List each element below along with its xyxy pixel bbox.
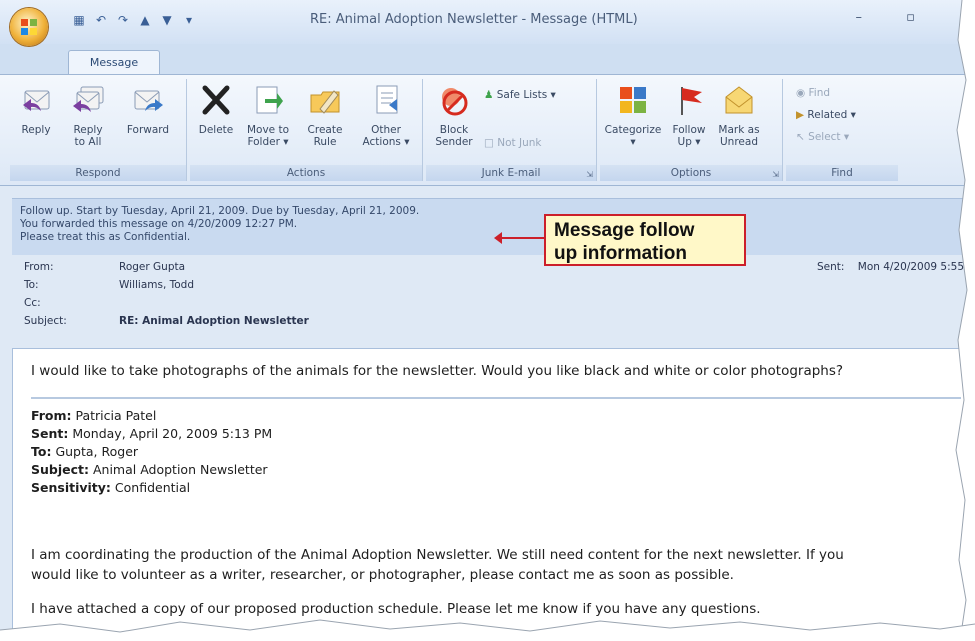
other-actions-button[interactable]: Other Actions ▾ (356, 83, 416, 148)
quick-access-toolbar: ▦ ↶ ↷ ▲ ▼ ▾ (72, 10, 196, 30)
find-binoculars-icon: ◉ (796, 87, 806, 99)
safe-lists-button[interactable]: ♟ Safe Lists ▾ (484, 87, 556, 103)
safe-lists-icon: ♟ (484, 89, 494, 101)
group-label-options: Options (600, 165, 782, 181)
body-paragraph-1-line-2: would like to volunteer as a writer, res… (31, 567, 734, 583)
quoted-from: From: Patricia Patel (31, 408, 157, 423)
delete-x-icon (202, 85, 230, 115)
mark-as-unread-button[interactable]: Mark as Unread (714, 83, 764, 148)
find-button[interactable]: ◉ Find (796, 85, 830, 101)
ribbon-tab-row: Message (0, 44, 975, 75)
other-actions-icon (376, 85, 398, 114)
forward-button[interactable]: Forward (118, 83, 178, 136)
info-follow-up: Follow up. Start by Tuesday, April 21, 2… (20, 205, 420, 217)
callout-arrow (494, 232, 544, 244)
ribbon: Reply Reply to All Forward Respond Delet… (0, 74, 975, 186)
message-body[interactable]: I would like to take photographs of the … (12, 348, 975, 641)
to-label: To: (24, 279, 39, 291)
torn-bottom-edge (0, 619, 975, 641)
quoted-subject: Subject: Animal Adoption Newsletter (31, 462, 268, 477)
callout-box: Message follow up information (544, 214, 746, 266)
group-options: Categorize ▾ Follow Up ▾ Mark as Unread (600, 79, 783, 181)
group-respond: Reply Reply to All Forward Respond (10, 79, 187, 181)
follow-up-button[interactable]: Follow Up ▾ (666, 83, 712, 148)
previous-item-icon[interactable]: ▲ (138, 13, 152, 27)
quoted-header-block: From: Patricia Patel Sent: Monday, April… (31, 397, 961, 529)
group-junk-email: Block Sender ♟ Safe Lists ▾ □ Not Junk J… (426, 79, 597, 181)
reply-to-all-button[interactable]: Reply to All (62, 83, 114, 148)
to-value[interactable]: Williams, Todd (119, 276, 194, 294)
select-button[interactable]: ↖ Select ▾ (796, 129, 849, 145)
group-actions: Delete Move to Folder ▾ Create Rule Othe… (190, 79, 423, 181)
group-label-respond: Respond (10, 165, 186, 181)
message-headers: From: Roger Gupta Sent: Mon 4/20/2009 5:… (12, 258, 975, 344)
reply-all-icon (73, 86, 104, 112)
related-button[interactable]: ▶ Related ▾ (796, 107, 856, 123)
categorize-icon (620, 87, 646, 113)
not-junk-icon: □ (484, 137, 494, 149)
message-info-bar[interactable]: Follow up. Start by Tuesday, April 21, 2… (12, 198, 975, 255)
reply-icon (23, 90, 50, 111)
group-label-find: Find (786, 165, 898, 181)
redo-icon[interactable]: ↷ (116, 13, 130, 27)
callout-line-1: Message follow (554, 220, 695, 241)
quoted-sent: Sent: Monday, April 20, 2009 5:13 PM (31, 426, 273, 441)
block-sender-icon (442, 88, 468, 116)
create-rule-button[interactable]: Create Rule (298, 83, 352, 148)
move-to-folder-button[interactable]: Move to Folder ▾ (242, 83, 294, 148)
header-from-row: From: Roger Gupta Sent: Mon 4/20/2009 5:… (24, 258, 964, 276)
customize-toolbar-icon[interactable]: ▾ (182, 13, 196, 27)
delete-button[interactable]: Delete (194, 83, 238, 136)
window-controls[interactable]: – ▫ (856, 10, 935, 25)
title-bar: ▦ ↶ ↷ ▲ ▼ ▾ RE: Animal Adoption Newslett… (0, 0, 975, 46)
from-label: From: (24, 261, 54, 273)
undo-icon[interactable]: ↶ (94, 13, 108, 27)
torn-right-edge (955, 0, 975, 641)
cc-label: Cc: (24, 297, 41, 309)
create-rule-icon (310, 90, 340, 114)
outlook-message-window: ▦ ↶ ↷ ▲ ▼ ▾ RE: Animal Adoption Newslett… (0, 0, 975, 641)
subject-label: Subject: (24, 315, 67, 327)
group-label-actions: Actions (190, 165, 422, 181)
quoted-sensitivity: Sensitivity: Confidential (31, 480, 191, 495)
follow-up-flag-icon (681, 87, 702, 115)
move-to-folder-icon (256, 86, 283, 114)
from-value[interactable]: Roger Gupta (119, 258, 185, 276)
junk-dialog-launcher-icon[interactable]: ⇲ (586, 170, 593, 179)
quoted-to: To: Gupta, Roger (31, 444, 139, 459)
not-junk-button[interactable]: □ Not Junk (484, 135, 542, 151)
related-icon: ▶ (796, 109, 805, 121)
categorize-button[interactable]: Categorize ▾ (602, 83, 664, 148)
group-find: ◉ Find ▶ Related ▾ ↖ Select ▾ Find (786, 79, 898, 181)
next-item-icon[interactable]: ▼ (160, 13, 174, 27)
block-sender-button[interactable]: Block Sender (430, 83, 478, 148)
group-label-junk-email: Junk E-mail (426, 165, 596, 181)
reply-text: I would like to take photographs of the … (31, 363, 844, 379)
window-title: RE: Animal Adoption Newsletter - Message… (310, 12, 638, 27)
mark-unread-envelope-icon (725, 86, 753, 114)
office-button[interactable] (10, 8, 48, 46)
sent-label: Sent: (816, 261, 845, 273)
tab-message[interactable]: Message (68, 50, 160, 75)
options-dialog-launcher-icon[interactable]: ⇲ (772, 170, 779, 179)
subject-value: RE: Animal Adoption Newsletter (119, 315, 309, 327)
callout-line-2: up information (554, 243, 687, 264)
info-forwarded: You forwarded this message on 4/20/2009 … (20, 218, 298, 230)
forward-icon (134, 90, 163, 111)
save-icon[interactable]: ▦ (72, 13, 86, 27)
body-paragraph-1-line-1: I am coordinating the production of the … (31, 547, 844, 563)
reply-button[interactable]: Reply (14, 83, 58, 136)
office-logo-icon (21, 19, 37, 35)
select-cursor-icon: ↖ (796, 131, 805, 143)
